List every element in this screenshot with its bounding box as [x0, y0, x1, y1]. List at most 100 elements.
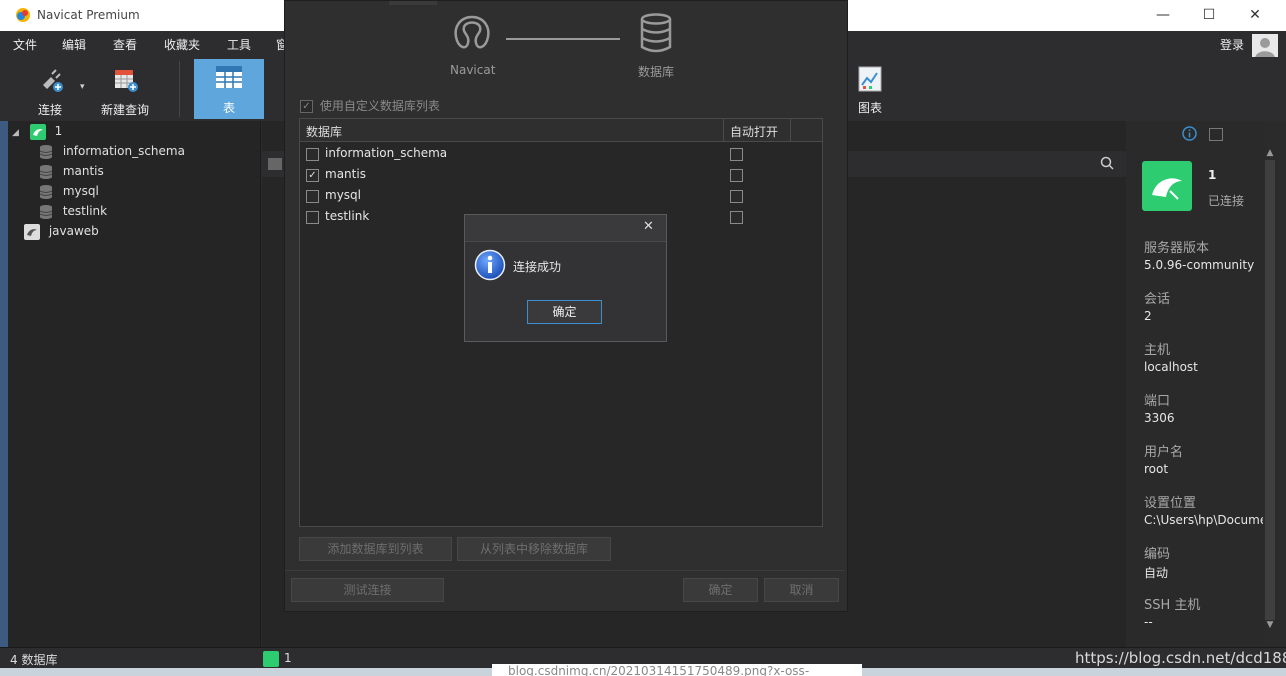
database-icon [38, 144, 54, 160]
info-field-label: 主机 [1144, 343, 1171, 358]
custom-list-label: 使用自定义数据库列表 [319, 99, 440, 113]
table-label: 表 [222, 101, 235, 115]
tree-db-testlink[interactable]: testlink [38, 201, 254, 221]
dialog-divider [285, 570, 845, 571]
checkbox-icon[interactable] [306, 211, 319, 224]
connector-line [506, 38, 620, 40]
tree-connection-label: javaweb [48, 224, 99, 238]
menu-file[interactable]: 文件 [13, 36, 37, 53]
add-database-button[interactable]: 添加数据库到列表 [299, 537, 452, 561]
mysql-connection-icon [29, 123, 46, 140]
dialog-cancel-button[interactable]: 取消 [764, 578, 839, 602]
database-row[interactable]: information_schema [300, 143, 822, 164]
info-field-label: 编码 [1144, 547, 1171, 562]
menu-tools[interactable]: 工具 [227, 36, 251, 53]
database-icon [38, 164, 54, 180]
database-row-label: testlink [325, 209, 370, 223]
tree-db-mantis[interactable]: mantis [38, 161, 254, 181]
database-icon [38, 184, 54, 200]
info-field-label: 用户名 [1144, 445, 1184, 460]
tree-connection-1[interactable]: ◢ 1 [12, 121, 258, 141]
menu-edit[interactable]: 编辑 [62, 36, 86, 53]
navicat-icon [450, 13, 494, 57]
test-connection-button[interactable]: 测试连接 [291, 578, 444, 602]
login-link[interactable]: 登录 [1220, 36, 1244, 53]
message-close-icon[interactable]: ✕ [643, 219, 654, 234]
ddl-tab-icon[interactable] [1209, 128, 1223, 141]
info-field-value: root [1144, 462, 1169, 476]
database-row[interactable]: mysql [300, 185, 822, 206]
message-titlebar: ✕ [465, 215, 666, 242]
navicat-label: Navicat [450, 63, 496, 77]
list-header: 数据库 自动打开 [300, 119, 822, 142]
tree-db-information-schema[interactable]: information_schema [38, 141, 254, 161]
header-database[interactable]: 数据库 [306, 123, 342, 140]
info-tab-icon[interactable] [1182, 126, 1197, 144]
chart-button[interactable]: 图表 [848, 65, 892, 117]
database-target-label: 数据库 [637, 65, 674, 79]
status-connection-name: 1 [284, 651, 292, 665]
info-field-label: SSH 主机 [1144, 598, 1201, 613]
tree-db-label: mysql [62, 184, 99, 198]
navicat-logo-icon [15, 7, 31, 23]
database-row-label: mysql [325, 188, 361, 202]
autoopen-checkbox[interactable] [730, 211, 743, 224]
search-icon[interactable] [1100, 156, 1114, 173]
table-icon [215, 65, 243, 91]
object-list-icon[interactable] [268, 158, 282, 170]
info-connection-status: 已连接 [1208, 194, 1245, 208]
info-field-value: C:\Users\hp\Documents [1144, 513, 1263, 527]
status-db-count: 4 数据库 [10, 653, 58, 667]
connect-dropdown-icon[interactable]: ▾ [80, 82, 85, 92]
new-query-icon [110, 65, 140, 95]
tree-db-label: mantis [62, 164, 104, 178]
info-field-value: -- [1144, 615, 1153, 629]
checkbox-checked-icon[interactable]: ✓ [306, 169, 319, 182]
vertical-scrollbar[interactable]: ▲ ▼ [1263, 148, 1277, 647]
custom-list-checkbox[interactable]: ✓ 使用自定义数据库列表 [300, 97, 440, 114]
info-field-value: 5.0.96-community [1144, 258, 1255, 272]
scroll-down-icon[interactable]: ▼ [1263, 620, 1277, 630]
window-title: Navicat Premium [37, 8, 140, 22]
table-button[interactable]: 表 [194, 59, 264, 119]
remove-database-button[interactable]: 从列表中移除数据库 [457, 537, 611, 561]
tree-connection-javaweb[interactable]: javaweb [24, 221, 254, 241]
scroll-up-icon[interactable]: ▲ [1263, 148, 1277, 158]
database-row[interactable]: ✓ mantis [300, 164, 822, 185]
chart-icon [857, 65, 883, 93]
dialog-ok-button[interactable]: 确定 [683, 578, 758, 602]
maximize-button[interactable]: ☐ [1186, 0, 1232, 31]
expand-arrow-icon[interactable]: ◢ [12, 123, 24, 143]
scroll-thumb[interactable] [1265, 160, 1275, 620]
autoopen-checkbox[interactable] [730, 169, 743, 182]
header-autoopen[interactable]: 自动打开 [730, 123, 778, 140]
autoopen-checkbox[interactable] [730, 148, 743, 161]
menu-view[interactable]: 查看 [113, 36, 137, 53]
message-ok-button[interactable]: 确定 [527, 300, 602, 324]
new-query-label: 新建查询 [100, 103, 149, 117]
checkbox-icon[interactable] [306, 190, 319, 203]
info-field-label: 会话 [1144, 292, 1171, 307]
tree-db-mysql[interactable]: mysql [38, 181, 254, 201]
info-field-value: 自动 [1144, 566, 1169, 580]
tree-db-label: information_schema [62, 144, 185, 158]
info-field-label: 端口 [1144, 394, 1171, 409]
info-field-value: localhost [1144, 360, 1198, 374]
success-message-box: ✕ 连接成功 确定 [464, 214, 667, 342]
watermark-text: https://blog.csdn.net/dcd188 [1075, 649, 1286, 667]
minimize-button[interactable]: — [1140, 0, 1186, 31]
new-query-button[interactable]: 新建查询 [98, 65, 152, 117]
info-field-label: 服务器版本 [1144, 241, 1210, 256]
database-row-label: mantis [325, 167, 366, 181]
database-row-label: information_schema [325, 146, 448, 160]
connection-tree: ◢ 1 information_schema mantis mysql test… [8, 121, 261, 647]
close-window-button[interactable]: ✕ [1232, 0, 1278, 31]
autoopen-checkbox[interactable] [730, 190, 743, 203]
chart-label: 图表 [857, 101, 882, 115]
checkbox-icon[interactable] [306, 148, 319, 161]
menu-favorites[interactable]: 收藏夹 [164, 36, 200, 53]
info-field-value: 2 [1144, 309, 1152, 323]
info-connection-name: 1 [1208, 168, 1217, 182]
connect-button[interactable]: 连接 [20, 65, 80, 117]
avatar[interactable] [1252, 34, 1278, 58]
